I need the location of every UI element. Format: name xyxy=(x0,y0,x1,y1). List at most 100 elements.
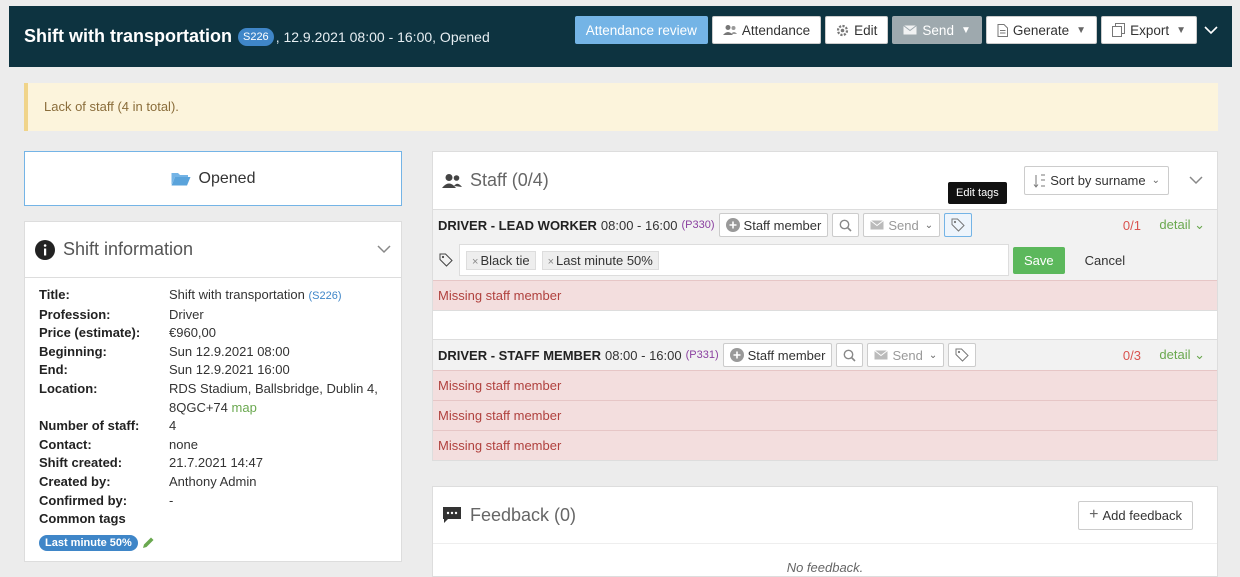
info-key: Number of staff: xyxy=(39,418,140,434)
staff-header: Staff (0/4) Sort by surname ⌄ xyxy=(433,152,1217,209)
shift-code-badge[interactable]: S226 xyxy=(237,27,274,46)
feedback-header: Feedback (0) + Add feedback xyxy=(433,487,1217,544)
sort-dropdown[interactable]: Sort by surname ⌄ xyxy=(1024,166,1169,195)
info-row-end: End: Sun 12.9.2021 16:00 xyxy=(39,361,387,380)
page-title: Shift with transportation xyxy=(24,26,232,46)
tag-chip: × Last minute 50% xyxy=(541,250,659,270)
plus-circle-icon xyxy=(725,218,740,232)
comment-icon xyxy=(443,507,461,523)
edit-tags-button[interactable] xyxy=(944,213,973,237)
info-row-price: Price (estimate): €960,00 xyxy=(39,324,387,343)
position-code[interactable]: (P331) xyxy=(686,349,719,361)
info-value: Shift with transportation (S226) xyxy=(169,286,387,306)
map-link[interactable]: map xyxy=(232,400,257,415)
cancel-button[interactable]: Cancel xyxy=(1085,253,1125,268)
edit-tags-tooltip: Edit tags xyxy=(948,182,1007,204)
info-row-title: Title: Shift with transportation (S226) xyxy=(39,286,387,306)
group-time: 08:00 - 16:00 xyxy=(600,217,678,233)
staff-count: 0/1 xyxy=(1122,217,1141,233)
sort-icon xyxy=(1033,174,1046,188)
tag-editor-row: × Black tie × Last minute 50% Save Cancel xyxy=(433,240,1217,280)
users-icon xyxy=(722,25,737,35)
info-key: End: xyxy=(39,362,68,378)
generate-dropdown-button[interactable]: Generate ▼ xyxy=(985,16,1098,44)
add-staff-member-button[interactable]: Staff member xyxy=(718,213,829,237)
info-value: 4 xyxy=(169,418,177,434)
info-value: Anthony Admin xyxy=(169,473,257,489)
staff-title: Staff (0/4) xyxy=(470,170,549,190)
send-label: Send xyxy=(892,347,923,363)
pencil-icon[interactable] xyxy=(142,536,155,549)
info-row-contact: Contact: none xyxy=(39,436,387,455)
group-time: 08:00 - 16:00 xyxy=(604,347,682,363)
common-tags-list: Last minute 50% xyxy=(39,529,387,551)
info-value: 21.7.2021 14:47 xyxy=(169,455,263,471)
attendance-button[interactable]: Attendance xyxy=(711,16,822,44)
shift-code-link[interactable]: (S226) xyxy=(308,290,341,302)
location-line1: RDS Stadium, Ballsbridge, Dublin 4, xyxy=(169,380,378,396)
search-staff-button[interactable] xyxy=(836,343,864,367)
feedback-panel: Feedback (0) + Add feedback No feedback. xyxy=(432,486,1218,577)
send-staff-dropdown[interactable]: Send ⌄ xyxy=(863,213,941,237)
edit-label: Edit xyxy=(854,22,878,38)
chevron-down-icon[interactable] xyxy=(377,245,391,254)
header-toolbar: Attendance review Attendance Edit Send ▼… xyxy=(574,16,1197,44)
shift-information-panel: Shift information Title: Shift with tran… xyxy=(24,221,402,562)
send-label: Send xyxy=(888,217,919,233)
envelope-icon xyxy=(903,25,918,35)
missing-staff-row: Missing staff member xyxy=(433,280,1217,310)
info-value: Sun 12.9.2021 08:00 xyxy=(169,343,290,359)
send-label: Send xyxy=(922,22,954,38)
info-value: none xyxy=(169,436,198,452)
detail-link[interactable]: detail ⌄ xyxy=(1159,217,1205,233)
send-dropdown-button[interactable]: Send ▼ xyxy=(892,16,982,44)
staff-count: 0/3 xyxy=(1122,347,1141,363)
spacer-row xyxy=(433,310,1217,339)
position-code[interactable]: (P330) xyxy=(682,219,715,231)
remove-tag-icon[interactable]: × xyxy=(472,256,478,268)
shift-information-header[interactable]: Shift information xyxy=(25,222,401,278)
info-key: Title: xyxy=(39,287,70,302)
tag-icon xyxy=(439,253,453,267)
group-name: DRIVER - LEAD WORKER xyxy=(438,217,597,233)
tags-input[interactable]: × Black tie × Last minute 50% xyxy=(459,244,1009,276)
attendance-label: Attendance xyxy=(741,22,811,38)
add-staff-member-button[interactable]: Staff member xyxy=(722,343,833,367)
info-value xyxy=(169,510,387,529)
info-value: RDS Stadium, Ballsbridge, Dublin 4, 8QGC… xyxy=(169,380,387,417)
remove-tag-icon[interactable]: × xyxy=(548,256,554,268)
detail-label: detail xyxy=(1159,347,1191,362)
edit-tags-button[interactable] xyxy=(948,343,977,367)
detail-link[interactable]: detail ⌄ xyxy=(1159,347,1205,363)
plus-circle-icon xyxy=(729,348,744,362)
missing-staff-row: Missing staff member xyxy=(433,400,1217,430)
info-key: Contact: xyxy=(39,436,92,452)
export-dropdown-button[interactable]: Export ▼ xyxy=(1101,16,1197,44)
send-staff-dropdown[interactable]: Send ⌄ xyxy=(867,343,945,367)
search-staff-button[interactable] xyxy=(832,213,860,237)
edit-button[interactable]: Edit xyxy=(825,16,889,44)
empty-feedback-text: No feedback. xyxy=(786,560,864,575)
save-button[interactable]: Save xyxy=(1013,246,1065,274)
add-feedback-button[interactable]: + Add feedback xyxy=(1078,500,1193,530)
info-row-created-by: Created by: Anthony Admin xyxy=(39,473,387,492)
missing-staff-row: Missing staff member xyxy=(433,370,1217,400)
info-key: Confirmed by: xyxy=(39,492,128,508)
staff-group-lead-worker: DRIVER - LEAD WORKER 08:00 - 16:00 (P330)… xyxy=(433,209,1217,240)
chevron-down-icon: ▼ xyxy=(1076,24,1087,36)
chevron-down-icon[interactable] xyxy=(1189,176,1203,185)
search-icon xyxy=(839,219,852,232)
add-staff-label: Staff member xyxy=(743,217,822,233)
info-key: Price (estimate): xyxy=(39,325,141,341)
chevron-down-icon: ⌄ xyxy=(1194,347,1205,362)
lack-of-staff-alert: Lack of staff (4 in total). xyxy=(24,83,1218,131)
info-value: €960,00 xyxy=(169,325,216,341)
export-label: Export xyxy=(1130,22,1170,38)
shift-information-title: Shift information xyxy=(63,239,194,259)
location-line2: 8QGC+74 xyxy=(169,399,228,415)
shift-status-box[interactable]: Opened xyxy=(24,151,402,206)
tag-icon xyxy=(955,348,969,362)
envelope-icon xyxy=(870,220,885,230)
collapse-header-icon[interactable] xyxy=(1204,26,1218,35)
attendance-review-button[interactable]: Attendance review xyxy=(574,16,708,44)
